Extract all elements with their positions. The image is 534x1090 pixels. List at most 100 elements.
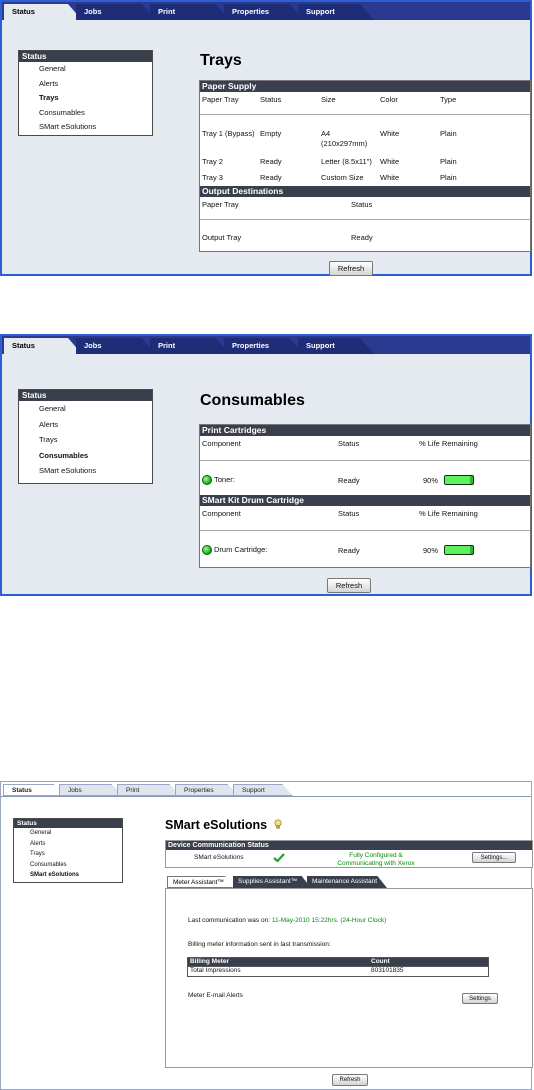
life-remaining: 90% bbox=[423, 476, 439, 485]
sidebar-item-consumables[interactable]: Consumables bbox=[14, 860, 122, 871]
email-alerts-settings-button[interactable]: Settings bbox=[462, 993, 498, 1004]
toner-label: Toner: bbox=[214, 475, 235, 484]
sidebar: Status General Alerts Trays Consumables … bbox=[18, 389, 153, 484]
billing-table-header: Billing Meter Count bbox=[188, 958, 488, 966]
tray-name: Tray 1 (Bypass) bbox=[202, 129, 255, 138]
tab-jobs[interactable]: Jobs bbox=[59, 784, 123, 796]
sidebar-item-general[interactable]: General bbox=[14, 828, 122, 839]
device-settings-button[interactable]: Settings... bbox=[472, 852, 516, 863]
refresh-button[interactable]: Refresh bbox=[327, 578, 371, 593]
table-row: Tray 1 (Bypass) Empty A4 (210x297mm) Whi… bbox=[200, 115, 530, 155]
paper-supply-header-row: Paper Tray Status Size Color Type bbox=[200, 92, 530, 115]
esolutions-label: SMart eSolutions bbox=[194, 854, 244, 861]
tray-status: Ready bbox=[260, 173, 282, 182]
tray-status: Empty bbox=[260, 129, 282, 138]
column-header: Count bbox=[371, 958, 390, 965]
table-row: Toner: Ready 90% bbox=[200, 461, 530, 495]
tab-status[interactable]: Status bbox=[3, 784, 65, 796]
tab-bar: Status Jobs Print Properties Support bbox=[2, 336, 530, 354]
page-title: Trays bbox=[200, 52, 242, 69]
paper-supply-heading: Paper Supply bbox=[200, 81, 530, 92]
communication-status: Fully Configured & Communicating with Xer… bbox=[316, 852, 436, 867]
sidebar-item-consumables[interactable]: Consumables bbox=[19, 106, 152, 121]
tab-status[interactable]: Status bbox=[4, 338, 82, 354]
status-line-1: Fully Configured & bbox=[349, 852, 403, 859]
sidebar-item-esolutions[interactable]: SMart eSolutions bbox=[19, 120, 152, 135]
sidebar-item-esolutions[interactable]: SMart eSolutions bbox=[14, 870, 122, 881]
tab-print[interactable]: Print bbox=[150, 4, 230, 20]
tab-maintenance-assistant[interactable]: Maintenance Assistant bbox=[307, 876, 387, 888]
tab-jobs[interactable]: Jobs bbox=[76, 4, 156, 20]
tray-size-detail: (210x297mm) bbox=[321, 139, 368, 148]
column-header: Size bbox=[321, 95, 336, 104]
sidebar-item-esolutions[interactable]: SMart eSolutions bbox=[19, 463, 152, 479]
tab-support[interactable]: Support bbox=[298, 338, 374, 354]
tray-name: Tray 3 bbox=[202, 173, 223, 182]
sidebar-item-trays[interactable]: Trays bbox=[19, 432, 152, 448]
tray-color: White bbox=[380, 129, 400, 138]
tab-bar: Status Jobs Print Properties Support bbox=[1, 782, 531, 797]
table-row: Output Tray Ready bbox=[200, 220, 530, 250]
drum-header-row: Component Status % Life Remaining bbox=[200, 506, 530, 531]
billing-table: Billing Meter Count Total Impressions 80… bbox=[187, 957, 489, 977]
billing-note: Billing meter information sent in last t… bbox=[188, 941, 331, 948]
output-tray-name: Output Tray bbox=[202, 233, 242, 242]
tab-status[interactable]: Status bbox=[4, 4, 82, 20]
drum-life-gauge bbox=[444, 545, 474, 555]
sidebar-item-alerts[interactable]: Alerts bbox=[19, 77, 152, 92]
sidebar: Status General Alerts Trays Consumables … bbox=[18, 50, 153, 136]
refresh-button[interactable]: Refresh bbox=[332, 1074, 368, 1086]
column-header: Status bbox=[338, 439, 360, 448]
tray-type: Plain bbox=[440, 173, 457, 182]
sidebar-item-trays[interactable]: Trays bbox=[19, 91, 152, 106]
tab-support[interactable]: Support bbox=[233, 784, 293, 796]
sidebar-item-consumables[interactable]: Consumables bbox=[19, 448, 152, 464]
column-header: Color bbox=[380, 95, 398, 104]
component-status: Ready bbox=[338, 546, 360, 555]
sidebar-item-alerts[interactable]: Alerts bbox=[19, 417, 152, 433]
refresh-button[interactable]: Refresh bbox=[329, 261, 373, 276]
tray-size: Letter (8.5x11") bbox=[321, 157, 372, 166]
tab-support[interactable]: Support bbox=[298, 4, 374, 20]
column-header: Component bbox=[202, 439, 241, 448]
page-title-text: SMart eSolutions bbox=[165, 818, 268, 832]
drum-cartridge-heading: SMart Kit Drum Cartridge bbox=[200, 495, 530, 506]
column-header: Status bbox=[351, 200, 373, 209]
device-communication-heading: Device Communication Status bbox=[166, 841, 532, 850]
column-header: Paper Tray bbox=[202, 200, 239, 209]
column-header: % Life Remaining bbox=[419, 439, 478, 448]
tab-properties[interactable]: Properties bbox=[224, 338, 304, 354]
tab-meter-assistant[interactable]: Meter Assistant™ bbox=[167, 876, 233, 888]
consumables-content-box: Print Cartridges Component Status % Life… bbox=[199, 424, 531, 568]
trays-content-box: Paper Supply Paper Tray Status Size Colo… bbox=[199, 80, 531, 252]
tray-color: White bbox=[380, 157, 400, 166]
output-destinations-heading: Output Destinations bbox=[200, 186, 530, 197]
sidebar-item-trays[interactable]: Trays bbox=[14, 849, 122, 860]
drum-label: Drum Cartridge: bbox=[214, 545, 268, 554]
column-header: % Life Remaining bbox=[419, 509, 478, 518]
tab-properties[interactable]: Properties bbox=[175, 784, 239, 796]
column-header: Paper Tray bbox=[202, 95, 239, 104]
column-header: Status bbox=[260, 95, 282, 104]
output-tray-status: Ready bbox=[351, 233, 373, 242]
tray-color: White bbox=[380, 173, 400, 182]
consumables-panel: Status Jobs Print Properties Support Sta… bbox=[0, 334, 532, 596]
table-row: Tray 2 Ready Letter (8.5x11") White Plai… bbox=[200, 155, 530, 172]
tab-supplies-assistant[interactable]: Supplies Assistant™ bbox=[233, 876, 311, 888]
component-name: Toner: bbox=[202, 475, 235, 486]
output-header-row: Paper Tray Status bbox=[200, 197, 530, 220]
tab-properties[interactable]: Properties bbox=[224, 4, 304, 20]
device-communication-box: Device Communication Status SMart eSolut… bbox=[165, 840, 533, 868]
tray-type: Plain bbox=[440, 129, 457, 138]
tab-print[interactable]: Print bbox=[117, 784, 181, 796]
sidebar-item-general[interactable]: General bbox=[19, 62, 152, 77]
last-communication: Last communication was on: 11-May-2010 1… bbox=[188, 917, 386, 924]
sidebar-item-general[interactable]: General bbox=[19, 401, 152, 417]
column-header: Billing Meter bbox=[190, 958, 230, 965]
tab-jobs[interactable]: Jobs bbox=[76, 338, 156, 354]
help-lightbulb-icon[interactable] bbox=[274, 818, 282, 829]
billing-meter-count: 803101835 bbox=[371, 967, 404, 974]
tab-print[interactable]: Print bbox=[150, 338, 230, 354]
sidebar-item-alerts[interactable]: Alerts bbox=[14, 839, 122, 850]
billing-meter-name: Total Impressions bbox=[190, 967, 241, 974]
